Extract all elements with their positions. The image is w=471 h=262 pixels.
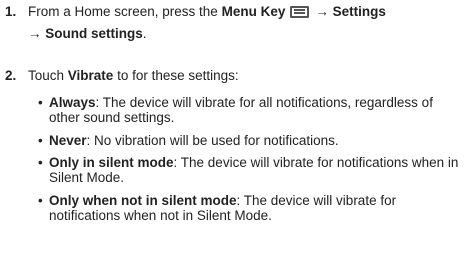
- option-description: : The device will vibrate for all notifi…: [49, 95, 433, 125]
- step-1-number: 1.: [5, 4, 17, 19]
- step-2-text: Touch Vibrate to for these settings:: [28, 65, 468, 87]
- option-term: Only in silent mode: [49, 155, 174, 170]
- bullet-icon: •: [38, 193, 43, 208]
- list-item: • Never: No vibration will be used for n…: [38, 133, 463, 148]
- step-1-text: From a Home screen, press the Menu Key → …: [28, 1, 468, 45]
- manual-page: 1. From a Home screen, press the Menu Ke…: [0, 0, 471, 262]
- step-1-intro: From a Home screen, press the: [28, 4, 222, 19]
- menu-key-label: Menu Key: [221, 4, 286, 19]
- list-item: • Only in silent mode: The device will v…: [38, 155, 463, 185]
- step-2-suffix: to for these settings:: [113, 68, 239, 83]
- vibrate-label: Vibrate: [67, 68, 114, 83]
- bullet-icon: •: [38, 133, 43, 148]
- step-2-touch: Touch: [28, 68, 68, 83]
- step-1-period: .: [142, 26, 147, 41]
- arrow-icon: →: [315, 4, 329, 19]
- bullet-icon: •: [38, 95, 43, 110]
- option-description: : No vibration will be used for notifica…: [86, 133, 339, 148]
- step-2-number: 2.: [5, 68, 17, 83]
- option-term: Never: [49, 133, 87, 148]
- list-item: • Only when not in silent mode: The devi…: [38, 193, 463, 223]
- list-item: • Always: The device will vibrate for al…: [38, 95, 463, 125]
- option-term: Always: [49, 95, 96, 110]
- settings-label: Settings: [332, 4, 386, 19]
- bullet-icon: •: [38, 155, 43, 170]
- arrow-icon: →: [28, 26, 42, 41]
- option-term: Only when not in silent mode: [49, 193, 237, 208]
- sound-settings-label: Sound settings: [45, 26, 143, 41]
- menu-key-icon: [290, 6, 310, 18]
